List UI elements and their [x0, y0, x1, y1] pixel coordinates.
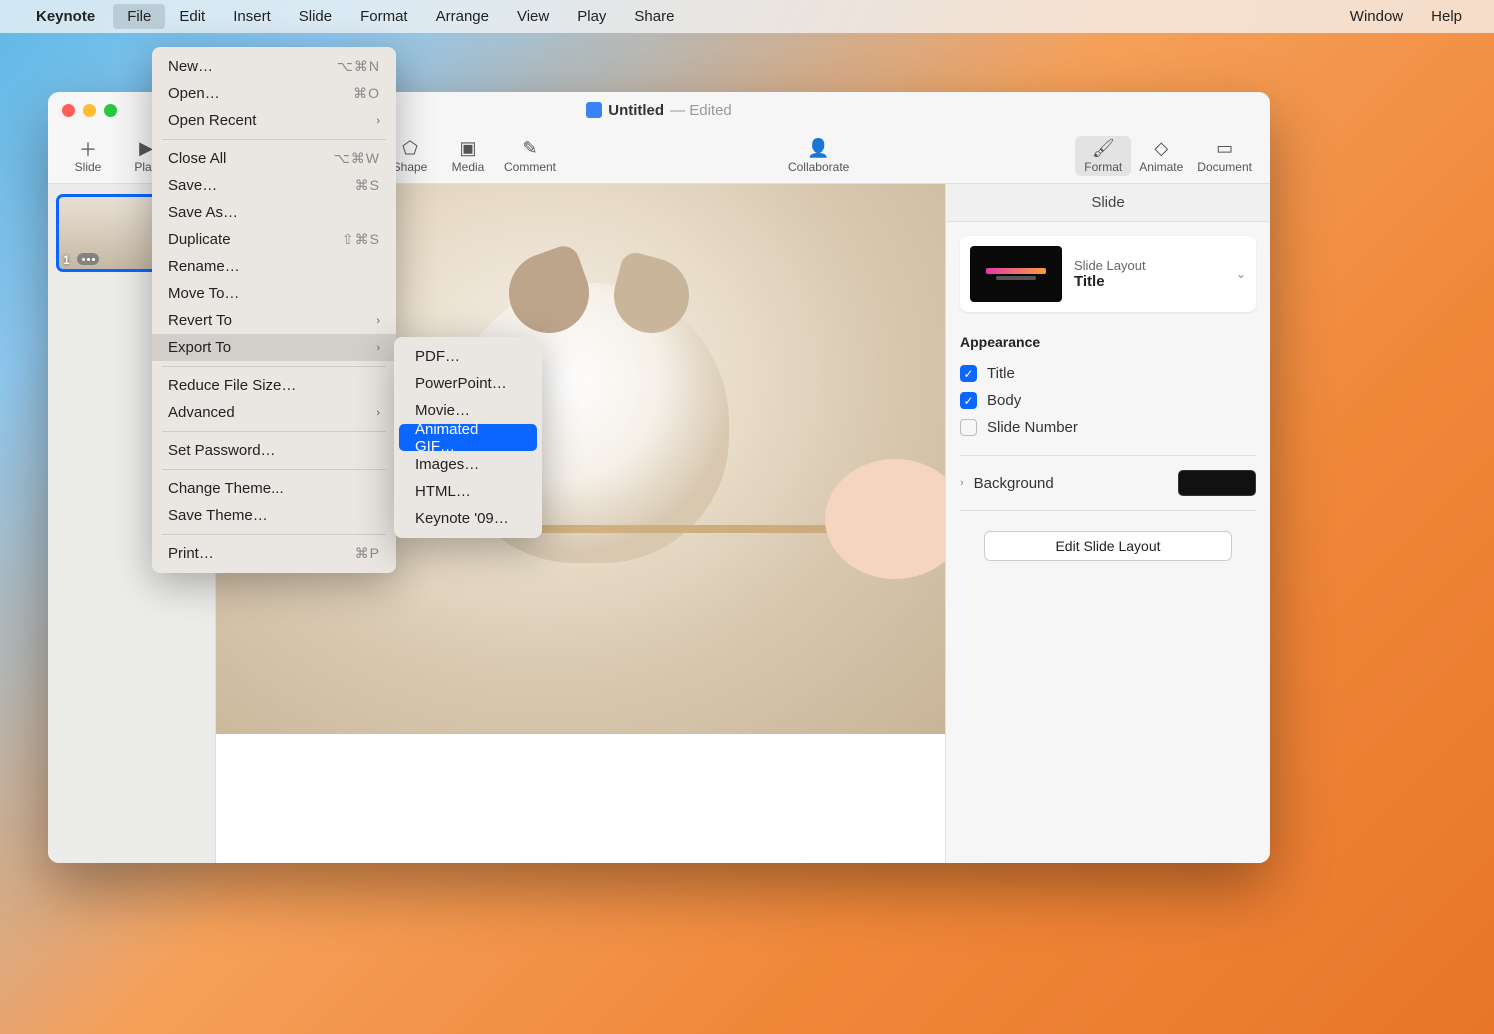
- slide-number: 1: [63, 253, 70, 267]
- check-title-row[interactable]: ✓ Title: [960, 360, 1256, 387]
- document-toolbar-icon: ▭: [1216, 138, 1233, 160]
- menu-move-to[interactable]: Move To…: [152, 280, 396, 307]
- edit-slide-layout-button[interactable]: Edit Slide Layout: [984, 531, 1232, 561]
- format-icon: 🖌: [1092, 138, 1115, 160]
- menu-help[interactable]: Help: [1417, 4, 1476, 29]
- menu-duplicate[interactable]: Duplicate⇧⌘S: [152, 226, 396, 253]
- media-icon: ▣: [459, 138, 476, 160]
- inspector-tab-slide[interactable]: Slide: [946, 184, 1270, 222]
- toolbar-media[interactable]: ▣Media: [440, 136, 496, 176]
- export-to-submenu: PDF… PowerPoint… Movie… Animated GIF… Im…: [394, 337, 542, 538]
- toolbar-document[interactable]: ▭Document: [1191, 136, 1258, 176]
- menu-rename[interactable]: Rename…: [152, 253, 396, 280]
- layout-caption: Slide Layout: [1074, 258, 1224, 273]
- window-minimize-button[interactable]: [83, 104, 96, 117]
- check-body[interactable]: ✓: [960, 392, 977, 409]
- export-animated-gif[interactable]: Animated GIF…: [399, 424, 537, 451]
- chevron-right-icon: ›: [960, 477, 964, 489]
- menu-advanced[interactable]: Advanced›: [152, 399, 396, 426]
- check-body-label: Body: [987, 392, 1021, 409]
- chevron-right-icon: ›: [376, 115, 380, 127]
- toolbar-comment[interactable]: ✎Comment: [498, 136, 562, 176]
- toolbar-collaborate[interactable]: 👤Collaborate: [782, 136, 855, 176]
- check-body-row[interactable]: ✓ Body: [960, 387, 1256, 414]
- menu-file[interactable]: File: [113, 4, 165, 29]
- menu-view[interactable]: View: [503, 4, 563, 29]
- menu-share[interactable]: Share: [620, 4, 688, 29]
- export-powerpoint[interactable]: PowerPoint…: [399, 370, 537, 397]
- window-title: Untitled: [608, 102, 664, 119]
- appearance-heading: Appearance: [960, 334, 1256, 350]
- window-zoom-button[interactable]: [104, 104, 117, 117]
- layout-thumbnail: [970, 246, 1062, 302]
- toolbar-animate[interactable]: ◇Animate: [1133, 136, 1189, 176]
- menu-new[interactable]: New…⌥⌘N: [152, 53, 396, 80]
- menu-open[interactable]: Open…⌘O: [152, 80, 396, 107]
- export-html[interactable]: HTML…: [399, 478, 537, 505]
- menu-reduce-file-size[interactable]: Reduce File Size…: [152, 372, 396, 399]
- slide-layout-picker[interactable]: Slide Layout Title ⌄: [960, 236, 1256, 312]
- chevron-right-icon: ›: [376, 342, 380, 354]
- menu-play[interactable]: Play: [563, 4, 620, 29]
- export-keynote09[interactable]: Keynote '09…: [399, 505, 537, 532]
- check-title-label: Title: [987, 365, 1015, 382]
- background-color-swatch[interactable]: [1178, 470, 1256, 496]
- menu-save-as[interactable]: Save As…: [152, 199, 396, 226]
- slide-options-icon[interactable]: [77, 253, 99, 265]
- shape-icon: ⬠: [402, 138, 418, 160]
- layout-name: Title: [1074, 273, 1224, 290]
- export-pdf[interactable]: PDF…: [399, 343, 537, 370]
- menu-slide[interactable]: Slide: [285, 4, 346, 29]
- menu-set-password[interactable]: Set Password…: [152, 437, 396, 464]
- file-menu-dropdown: New…⌥⌘N Open…⌘O Open Recent› Close All⌥⌘…: [152, 47, 396, 573]
- animate-icon: ◇: [1154, 138, 1168, 160]
- app-name[interactable]: Keynote: [36, 8, 95, 25]
- menu-revert-to[interactable]: Revert To›: [152, 307, 396, 334]
- window-close-button[interactable]: [62, 104, 75, 117]
- chevron-right-icon: ›: [376, 315, 380, 327]
- menu-save[interactable]: Save…⌘S: [152, 172, 396, 199]
- play-icon: ▶: [139, 138, 153, 160]
- menu-change-theme[interactable]: Change Theme...: [152, 475, 396, 502]
- background-row[interactable]: › Background: [960, 470, 1256, 496]
- menu-format[interactable]: Format: [346, 4, 422, 29]
- menu-window[interactable]: Window: [1336, 4, 1417, 29]
- menu-arrange[interactable]: Arrange: [422, 4, 503, 29]
- menu-open-recent[interactable]: Open Recent›: [152, 107, 396, 134]
- chevron-down-icon: ⌄: [1236, 267, 1246, 281]
- collaborate-icon: 👤: [807, 138, 829, 160]
- check-title[interactable]: ✓: [960, 365, 977, 382]
- menu-print[interactable]: Print…⌘P: [152, 540, 396, 567]
- toolbar-add-slide[interactable]: ＋Slide: [60, 136, 116, 176]
- menu-save-theme[interactable]: Save Theme…: [152, 502, 396, 529]
- check-slidenumber[interactable]: [960, 419, 977, 436]
- comment-icon: ✎: [522, 138, 537, 160]
- menu-close-all[interactable]: Close All⌥⌘W: [152, 145, 396, 172]
- add-slide-icon: ＋: [79, 138, 97, 160]
- background-label: Background: [974, 475, 1054, 492]
- check-slidenumber-label: Slide Number: [987, 419, 1078, 436]
- menubar: Keynote File Edit Insert Slide Format Ar…: [0, 0, 1494, 33]
- inspector-panel: Slide Slide Layout Title ⌄ Appearance ✓ …: [945, 184, 1270, 863]
- menu-insert[interactable]: Insert: [219, 4, 285, 29]
- chevron-right-icon: ›: [376, 407, 380, 419]
- export-images[interactable]: Images…: [399, 451, 537, 478]
- menu-export-to[interactable]: Export To›: [152, 334, 396, 361]
- check-slidenumber-row[interactable]: Slide Number: [960, 414, 1256, 441]
- toolbar-format[interactable]: 🖌Format: [1075, 136, 1131, 176]
- menu-edit[interactable]: Edit: [165, 4, 219, 29]
- document-icon: [586, 102, 602, 118]
- window-edited-status: — Edited: [670, 102, 732, 119]
